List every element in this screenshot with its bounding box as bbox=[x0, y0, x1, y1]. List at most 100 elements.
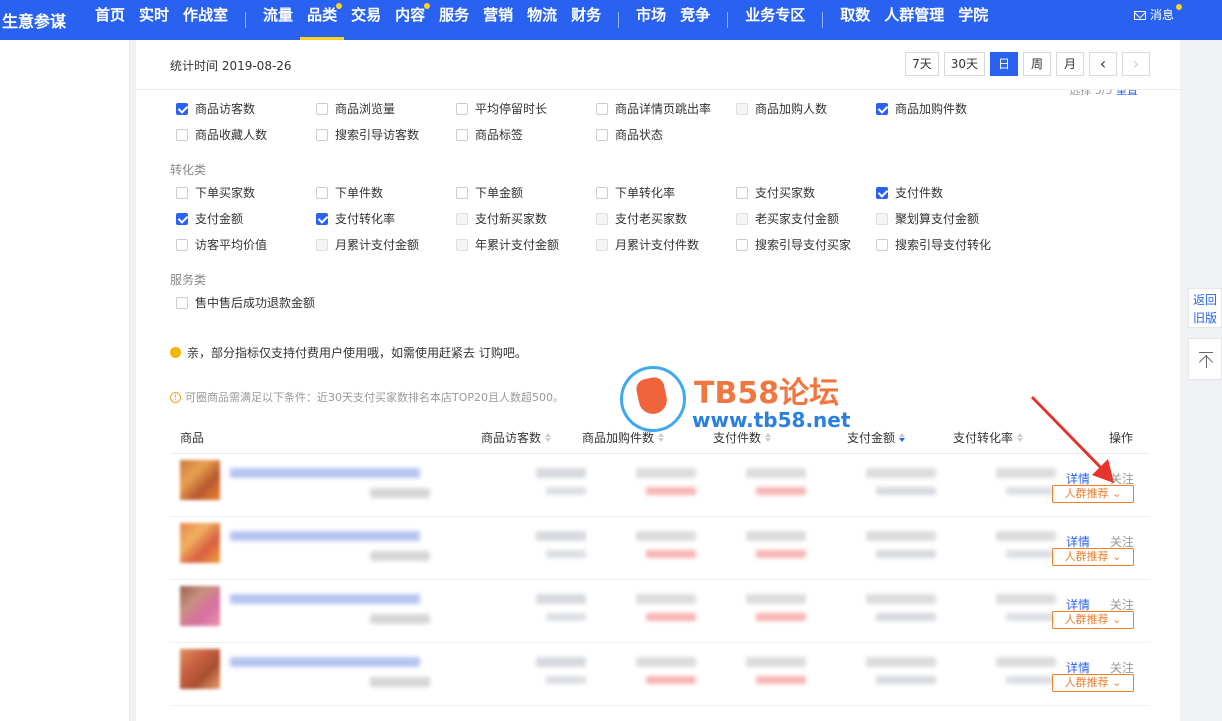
metric-checkbox[interactable]: 访客平均价值 bbox=[176, 236, 267, 253]
metric-checkbox[interactable]: 月累计支付件数 bbox=[596, 236, 699, 253]
metric-checkbox[interactable]: 年累计支付金额 bbox=[456, 236, 559, 253]
prev-date-button[interactable]: ‹ bbox=[1089, 52, 1117, 76]
metric-label: 支付件数 bbox=[895, 186, 944, 200]
cell-value-blurred bbox=[636, 468, 696, 478]
checkbox-box bbox=[176, 186, 188, 199]
nav-item[interactable]: 营销 bbox=[476, 0, 520, 40]
nav-item[interactable]: 财务 bbox=[564, 0, 608, 40]
metric-checkbox[interactable]: 搜索引导支付买家 bbox=[736, 236, 851, 253]
message-button[interactable]: 消息 bbox=[1133, 0, 1182, 30]
metric-label: 商品详情页跳出率 bbox=[615, 102, 712, 116]
range-button[interactable]: 周 bbox=[1023, 52, 1051, 76]
crowd-recommend-dropdown[interactable]: 人群推荐 ⌄ bbox=[1052, 674, 1134, 692]
metric-checkbox[interactable]: 下单转化率 bbox=[596, 184, 675, 201]
metric-checkbox[interactable]: 售中售后成功退款金额 bbox=[176, 294, 315, 311]
crowd-recommend-label: 人群推荐 bbox=[1064, 487, 1109, 500]
nav-item[interactable]: 首页 bbox=[88, 0, 132, 40]
metric-checkbox[interactable]: 聚划算支付金额 bbox=[876, 210, 979, 227]
product-thumbnail[interactable] bbox=[180, 523, 220, 563]
metric-checkbox[interactable]: 老买家支付金额 bbox=[736, 210, 839, 227]
cell-value-blurred bbox=[866, 657, 936, 667]
metric-checkbox[interactable]: 下单买家数 bbox=[176, 184, 255, 201]
nav-item[interactable]: 市场 bbox=[629, 0, 673, 40]
metric-checkbox[interactable]: 商品加购件数 bbox=[876, 100, 967, 117]
product-thumbnail[interactable] bbox=[180, 460, 220, 500]
metric-checkbox[interactable]: 商品浏览量 bbox=[316, 100, 395, 117]
metric-checkbox[interactable]: 商品详情页跳出率 bbox=[596, 100, 711, 117]
checkbox-box bbox=[316, 128, 328, 141]
product-title-blurred[interactable] bbox=[230, 594, 420, 604]
crowd-recommend-dropdown[interactable]: 人群推荐 ⌄ bbox=[1052, 485, 1134, 503]
nav-item[interactable]: 学院 bbox=[951, 0, 995, 40]
nav-item[interactable]: 物流 bbox=[520, 0, 564, 40]
nav-item[interactable]: 业务专区 bbox=[738, 0, 812, 40]
metric-checkbox[interactable]: 商品加购人数 bbox=[736, 100, 827, 117]
metric-checkbox[interactable]: 商品访客数 bbox=[176, 100, 255, 117]
metric-checkbox[interactable]: 支付新买家数 bbox=[456, 210, 547, 227]
metric-checkbox[interactable]: 支付转化率 bbox=[316, 210, 395, 227]
metric-checkbox[interactable]: 商品标签 bbox=[456, 126, 523, 143]
product-thumbnail[interactable] bbox=[180, 649, 220, 689]
brand-title[interactable]: 生意参谋 bbox=[0, 8, 88, 32]
metric-checkbox[interactable]: 平均停留时长 bbox=[456, 100, 547, 117]
metric-label: 商品标签 bbox=[475, 128, 524, 142]
checkbox-box bbox=[176, 296, 188, 309]
product-title-blurred[interactable] bbox=[230, 657, 420, 667]
nav-item[interactable]: 品类 bbox=[300, 0, 345, 40]
checkbox-box bbox=[736, 186, 748, 199]
crowd-recommend-dropdown[interactable]: 人群推荐 ⌄ bbox=[1052, 611, 1134, 629]
nav-item[interactable]: 实时 bbox=[132, 0, 176, 40]
metric-label: 支付买家数 bbox=[755, 186, 816, 200]
metric-checkbox[interactable]: 下单件数 bbox=[316, 184, 383, 201]
next-date-button[interactable]: › bbox=[1122, 52, 1150, 76]
column-header[interactable]: 商品访客数 bbox=[481, 429, 552, 446]
metric-label: 月累计支付件数 bbox=[615, 238, 700, 252]
nav-item-label: 首页 bbox=[95, 6, 126, 24]
product-thumbnail[interactable] bbox=[180, 586, 220, 626]
range-button[interactable]: 日 bbox=[990, 52, 1018, 76]
cell-value-blurred bbox=[536, 531, 586, 541]
metric-checkbox[interactable]: 支付件数 bbox=[876, 184, 943, 201]
back-to-top-button[interactable] bbox=[1188, 338, 1222, 380]
product-title-blurred[interactable] bbox=[230, 531, 420, 541]
metric-checkbox[interactable]: 下单金额 bbox=[456, 184, 523, 201]
nav-item[interactable]: 竞争 bbox=[673, 0, 717, 40]
back-to-old-version-button[interactable]: 返回 旧版 bbox=[1188, 288, 1222, 328]
metric-checkbox[interactable]: 支付老买家数 bbox=[596, 210, 687, 227]
metric-checkbox[interactable]: 月累计支付金额 bbox=[316, 236, 419, 253]
nav-separator bbox=[618, 12, 620, 28]
metric-checkbox[interactable]: 搜索引导访客数 bbox=[316, 126, 419, 143]
checkbox-box bbox=[456, 102, 468, 115]
column-header[interactable]: 支付转化率 bbox=[953, 429, 1024, 446]
nav-item[interactable]: 人群管理 bbox=[877, 0, 951, 40]
metric-label: 商品浏览量 bbox=[335, 102, 396, 116]
nav-item[interactable]: 流量 bbox=[256, 0, 300, 40]
nav-item[interactable]: 内容 bbox=[388, 0, 432, 40]
nav-item[interactable]: 取数 bbox=[833, 0, 877, 40]
nav-item[interactable]: 交易 bbox=[344, 0, 388, 40]
chevron-down-icon: ⌄ bbox=[1108, 550, 1122, 563]
product-title-blurred[interactable] bbox=[230, 468, 420, 478]
stat-bar: 统计时间 2019-08-26 7天 30天日周月 ‹ › bbox=[136, 40, 1180, 90]
metric-label: 商品状态 bbox=[615, 128, 664, 142]
nav-item[interactable]: 服务 bbox=[432, 0, 476, 40]
cell-subvalue-blurred bbox=[756, 613, 806, 621]
crowd-recommend-dropdown[interactable]: 人群推荐 ⌄ bbox=[1052, 548, 1134, 566]
cell-value-blurred bbox=[746, 531, 806, 541]
range-button[interactable]: 月 bbox=[1056, 52, 1084, 76]
metric-checkbox[interactable]: 支付金额 bbox=[176, 210, 243, 227]
metric-checkbox[interactable]: 商品状态 bbox=[596, 126, 663, 143]
checkbox-box bbox=[456, 186, 468, 199]
metric-checkbox[interactable]: 支付买家数 bbox=[736, 184, 815, 201]
cell-subvalue-blurred bbox=[876, 487, 936, 495]
metric-checkbox[interactable]: 商品收藏人数 bbox=[176, 126, 267, 143]
nav-item[interactable]: 作战室 bbox=[176, 0, 235, 40]
nav-item-label: 作战室 bbox=[183, 6, 229, 24]
main-panel: 统计时间 2019-08-26 7天 30天日周月 ‹ › 选择 5/5 重置 商品访… bbox=[136, 40, 1180, 721]
metric-checkbox[interactable]: 搜索引导支付转化 bbox=[876, 236, 991, 253]
range-button[interactable]: 30天 bbox=[943, 52, 985, 76]
range-button[interactable]: 7天 bbox=[905, 52, 939, 76]
chevron-left-icon: ‹ bbox=[1099, 54, 1107, 73]
paid-notice: 亲，部分指标仅支持付费用户使用哦，如需使用赶紧去 订购吧。 bbox=[170, 344, 527, 361]
checkbox-box bbox=[876, 186, 888, 199]
